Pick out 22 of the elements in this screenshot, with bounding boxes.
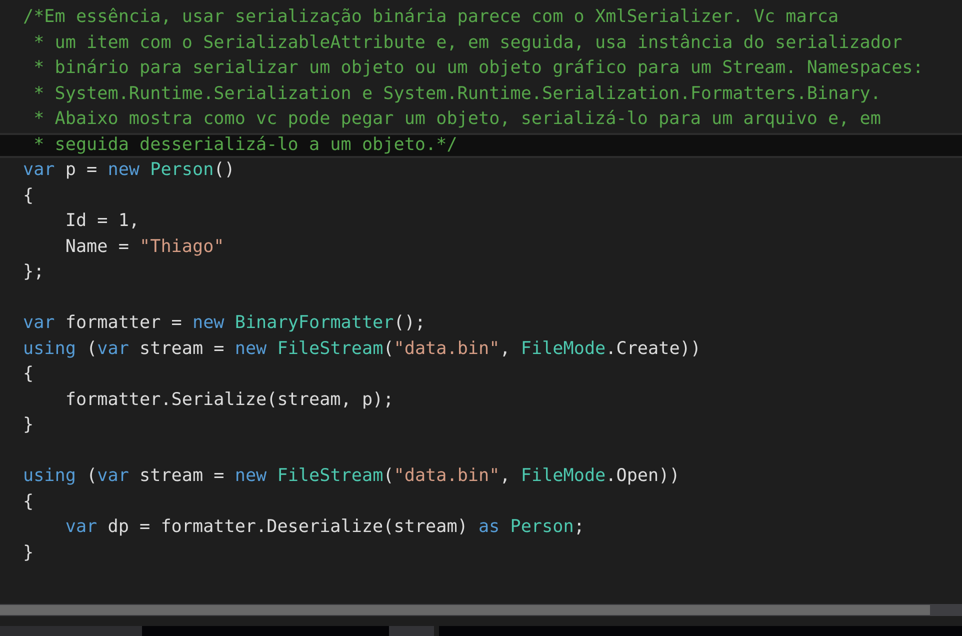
code-line: { [23, 364, 34, 384]
horizontal-scrollbar[interactable] [0, 604, 962, 616]
code-line: using (var stream = new FileStream("data.bin", FileMode.Create)) [23, 338, 701, 358]
code-line: var p = new Person() [23, 160, 235, 180]
code-line: Name = "Thiago" [64, 236, 224, 256]
code-line: var dp = formatter.Deserialize(stream) as Person; [64, 517, 584, 537]
code-line: { [23, 186, 34, 206]
current-code-line: * seguida desserializá-lo a um objeto.*/ [32, 134, 458, 154]
code-line: } [23, 415, 34, 435]
code-line: Id = 1, [64, 211, 140, 231]
scrollbar-thumb[interactable] [0, 605, 930, 615]
code-line: * Abaixo mostra como vc pode pegar um objeto, serializá-lo para um arquivo e, em [32, 109, 881, 129]
code-line: /*Em essência, usar serialização binária parece com o XmlSerializer. Vc marca [23, 7, 839, 27]
code-line: * um item com o SerializableAttribute e, em seguida, usa instância do serializador [32, 32, 902, 52]
code-line: * System.Runtime.Serialization e System.Runtime.Serialization.Formatters.Binary. [32, 84, 881, 104]
code-line: formatter.Serialize(stream, p); [64, 390, 394, 410]
code-line: } [23, 542, 34, 562]
code-line: { [23, 492, 34, 512]
code-line: }; [23, 262, 44, 282]
code-line: var formatter = new BinaryFormatter(); [23, 313, 426, 333]
code-line: * binário para serializar um objeto ou um objeto gráfico para um Stream. Namespaces: [32, 58, 924, 78]
code-line: using (var stream = new FileStream("data.bin", FileMode.Open)) [23, 466, 680, 486]
